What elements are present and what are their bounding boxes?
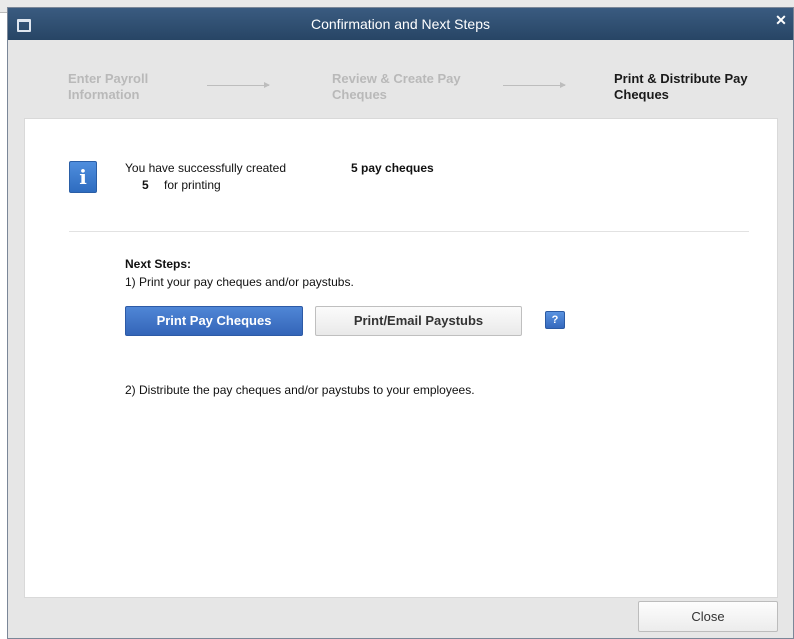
content-panel: i You have successfully created 5 pay ch… xyxy=(24,118,778,598)
step-arrow xyxy=(207,82,270,88)
confirmation-dialog: Confirmation and Next Steps ✕ Enter Payr… xyxy=(7,7,794,639)
print-email-paystubs-button[interactable]: Print/Email Paystubs xyxy=(315,306,522,336)
next-steps-heading: Next Steps: xyxy=(125,257,192,271)
next-step-2: 2) Distribute the pay cheques and/or pay… xyxy=(125,383,475,397)
created-text: You have successfully created xyxy=(125,161,286,175)
step-print-distribute: Print & Distribute Pay Cheques xyxy=(614,71,748,103)
step-enter-payroll: Enter Payroll Information xyxy=(68,71,148,103)
close-button[interactable]: Close xyxy=(638,601,778,632)
step-label: Cheques xyxy=(332,87,387,102)
divider xyxy=(69,231,749,232)
step-label: Information xyxy=(68,87,140,102)
next-step-1: 1) Print your pay cheques and/or paystub… xyxy=(125,275,354,289)
step-label: Review & Create Pay xyxy=(332,71,461,86)
help-button[interactable]: ? xyxy=(545,311,565,329)
step-label: Print & Distribute Pay xyxy=(614,71,748,86)
step-label: Cheques xyxy=(614,87,669,102)
step-label: Enter Payroll xyxy=(68,71,149,86)
close-icon[interactable]: ✕ xyxy=(773,12,789,28)
step-arrow xyxy=(503,82,566,88)
info-icon: i xyxy=(69,161,97,193)
print-pay-cheques-button[interactable]: Print Pay Cheques xyxy=(125,306,303,336)
created-value: 5 pay cheques xyxy=(351,161,434,175)
printing-text: for printing xyxy=(164,178,221,192)
step-review-create: Review & Create Pay Cheques xyxy=(332,71,461,103)
progress-steps: Enter Payroll Information Review & Creat… xyxy=(8,40,793,118)
printing-count: 5 xyxy=(142,178,149,192)
window-title: Confirmation and Next Steps xyxy=(311,16,490,32)
title-bar: Confirmation and Next Steps ✕ xyxy=(8,8,793,40)
